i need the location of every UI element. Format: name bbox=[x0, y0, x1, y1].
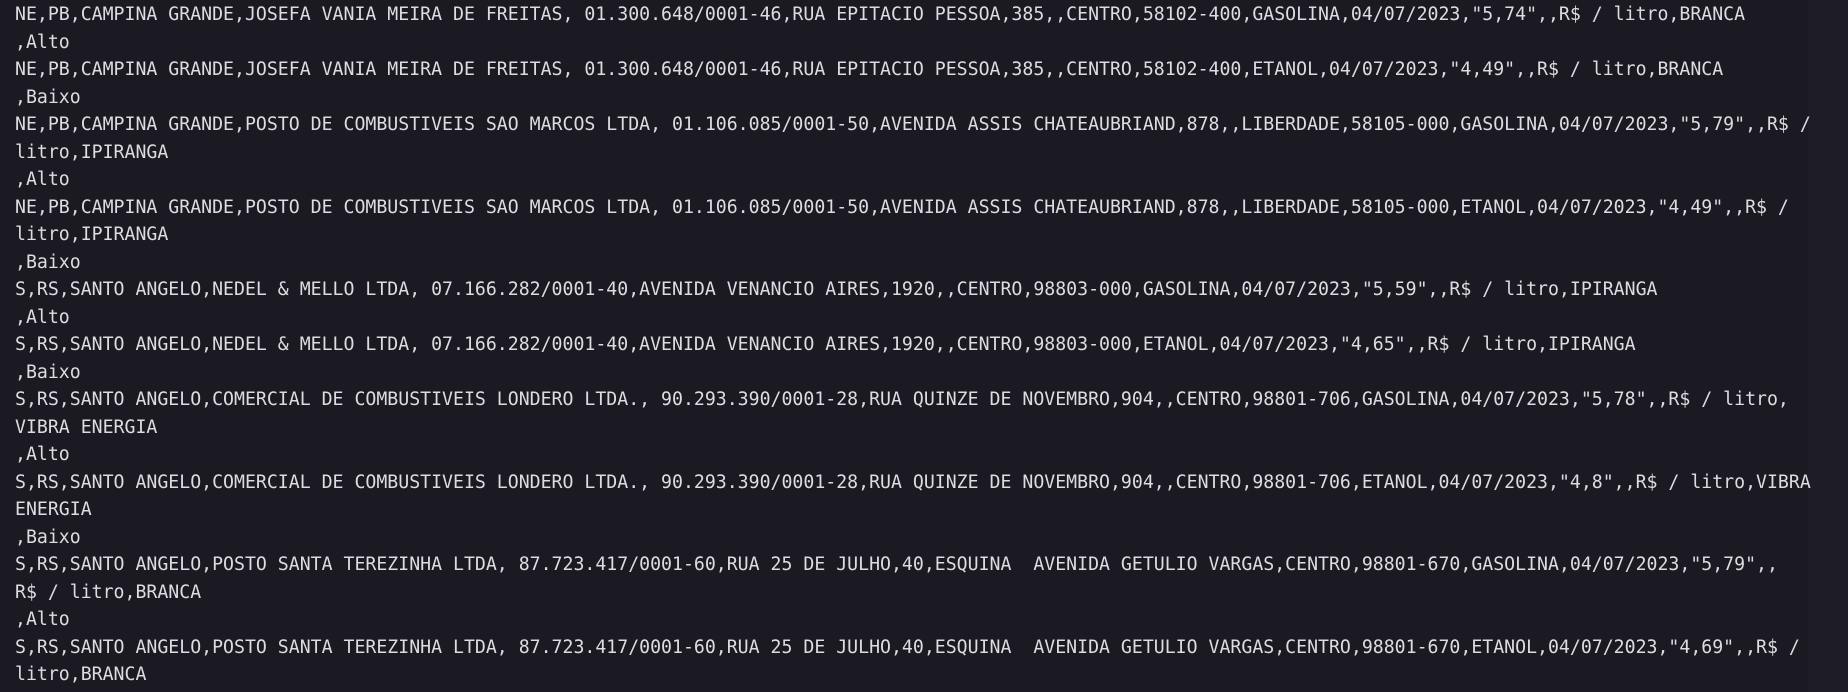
output-line: litro,IPIRANGA bbox=[15, 141, 169, 163]
terminal-output: NE,PB,CAMPINA GRANDE,JOSEFA VANIA MEIRA … bbox=[15, 1, 1811, 689]
output-line: NE,PB,CAMPINA GRANDE,POSTO DE COMBUSTIVE… bbox=[15, 196, 1789, 218]
output-line: S,RS,SANTO ANGELO,NEDEL & MELLO LTDA, 07… bbox=[15, 279, 1658, 300]
output-line: ENERGIA bbox=[15, 499, 92, 520]
output-line: R$ / litro,BRANCA bbox=[15, 581, 202, 603]
output-line: S,RS,SANTO ANGELO,COMERCIAL DE COMBUSTIV… bbox=[15, 471, 1811, 493]
scrollbar-track[interactable] bbox=[1808, 0, 1848, 692]
output-line: ,Alto bbox=[15, 306, 70, 328]
output-line: VIBRA ENERGIA bbox=[15, 416, 158, 438]
output-line: NE,PB,CAMPINA GRANDE,JOSEFA VANIA MEIRA … bbox=[15, 59, 1724, 80]
output-line: NE,PB,CAMPINA GRANDE,JOSEFA VANIA MEIRA … bbox=[15, 4, 1746, 25]
output-line: NE,PB,CAMPINA GRANDE,POSTO DE COMBUSTIVE… bbox=[15, 114, 1811, 135]
output-line: ,Baixo bbox=[15, 361, 81, 383]
output-line: S,RS,SANTO ANGELO,POSTO SANTA TEREZINHA … bbox=[15, 554, 1778, 575]
output-line: ,Baixo bbox=[15, 526, 81, 548]
output-line: ,Baixo bbox=[15, 251, 81, 273]
output-line: ,Alto bbox=[15, 31, 70, 53]
output-line: ,Baixo bbox=[15, 86, 81, 108]
output-line: litro,IPIRANGA bbox=[15, 224, 169, 245]
output-line: litro,BRANCA bbox=[15, 664, 147, 685]
output-line: ,Alto bbox=[15, 169, 70, 190]
output-line: S,RS,SANTO ANGELO,POSTO SANTA TEREZINHA … bbox=[15, 636, 1800, 658]
output-line: S,RS,SANTO ANGELO,COMERCIAL DE COMBUSTIV… bbox=[15, 389, 1789, 410]
output-line: ,Alto bbox=[15, 444, 70, 465]
output-line: ,Alto bbox=[15, 609, 70, 630]
output-line: S,RS,SANTO ANGELO,NEDEL & MELLO LTDA, 07… bbox=[15, 334, 1636, 355]
